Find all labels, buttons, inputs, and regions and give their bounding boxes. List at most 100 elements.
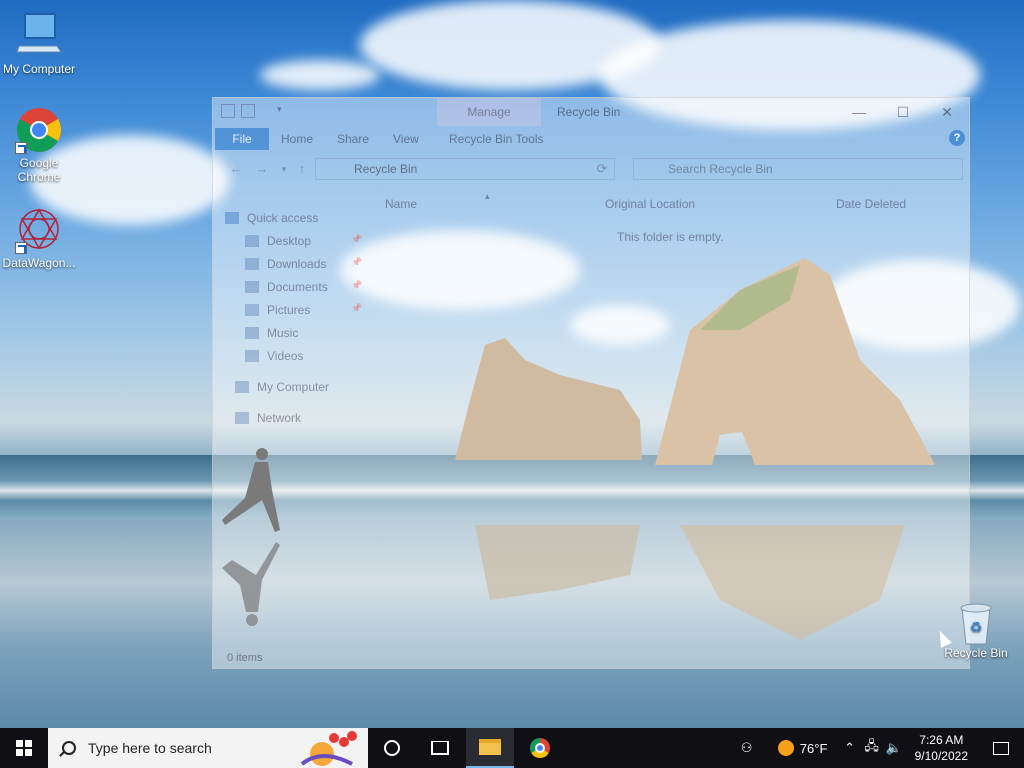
network-icon <box>235 412 249 424</box>
up-arrow-icon[interactable]: ↑ <box>293 160 311 178</box>
file-explorer-window[interactable]: ▾ Manage Recycle Bin — ☐ ✕ File Home Sha… <box>212 97 970 669</box>
help-icon[interactable]: ? <box>949 130 965 146</box>
properties-icon[interactable] <box>241 104 255 118</box>
minimize-button[interactable]: — <box>837 98 881 126</box>
back-arrow-icon[interactable]: ← <box>227 160 245 178</box>
start-button[interactable] <box>0 728 48 768</box>
weather-temperature: 76°F <box>799 740 828 756</box>
clock[interactable]: 7:26 AM 9/10/2022 <box>905 728 978 768</box>
task-view-icon <box>431 741 449 755</box>
download-arrow-icon <box>245 258 259 270</box>
desktop-icon-datawagon[interactable]: DataWagon... <box>1 206 77 270</box>
column-header-date-deleted[interactable]: Date Deleted <box>836 194 906 214</box>
taskbar-chrome[interactable] <box>516 728 564 768</box>
search-icon <box>62 741 76 755</box>
desktop-icon-label: Google Chrome <box>17 156 61 184</box>
search-recycle-bin-input[interactable]: Search Recycle Bin <box>633 158 963 180</box>
nav-item-downloads[interactable]: Downloads <box>245 254 326 274</box>
recycle-bin-icon: ♻ <box>956 602 996 646</box>
file-explorer-icon <box>479 739 501 755</box>
sort-up-icon: ▴ <box>485 191 490 201</box>
taskbar: Type here to search ⚇ 76°F ⌃ 🖧 🔈 7:26 AM… <box>0 728 1024 768</box>
network-icon[interactable]: 🖧 <box>861 728 883 768</box>
address-bar-row: ← → ▾ ↑ Recycle Bin ⟳ Search Recycle Bin <box>213 156 969 182</box>
taskbar-search-box[interactable]: Type here to search <box>48 728 368 768</box>
search-highlight-illustration-icon <box>300 731 357 766</box>
new-folder-icon[interactable] <box>261 104 271 118</box>
pin-icon[interactable]: 📌 <box>351 280 362 291</box>
chevron-down-icon[interactable]: ▾ <box>277 104 285 118</box>
chevron-up-icon[interactable]: ⌃ <box>839 728 861 768</box>
cortana-button[interactable] <box>368 728 416 768</box>
maximize-button[interactable]: ☐ <box>881 98 925 126</box>
address-bar[interactable]: Recycle Bin <box>315 158 615 180</box>
tab-home[interactable]: Home <box>269 128 325 150</box>
window-title: Recycle Bin <box>557 105 621 119</box>
tab-view[interactable]: View <box>381 128 431 150</box>
nav-item-pictures[interactable]: Pictures <box>245 300 310 320</box>
search-placeholder: Search Recycle Bin <box>668 162 773 176</box>
close-button[interactable]: ✕ <box>925 98 969 126</box>
desktop-icon-label: DataWagon... <box>2 256 76 270</box>
chrome-icon <box>530 738 550 758</box>
cortana-circle-icon <box>384 740 400 756</box>
chrome-icon <box>15 106 63 154</box>
nav-item-videos[interactable]: Videos <box>245 346 303 366</box>
desktop-folder-icon <box>245 235 259 247</box>
tab-share[interactable]: Share <box>325 128 381 150</box>
shortcut-arrow-icon <box>15 242 27 254</box>
pin-icon[interactable]: 📌 <box>351 234 362 245</box>
ribbon-tabs: File Home Share View Recycle Bin Tools ? <box>213 126 969 150</box>
title-bar[interactable]: ▾ Manage Recycle Bin — ☐ ✕ <box>213 98 969 126</box>
manage-tab[interactable]: Manage <box>437 98 541 126</box>
people-icon[interactable]: ⚇ <box>727 728 767 768</box>
clock-time: 7:26 AM <box>919 733 964 747</box>
window-controls: — ☐ ✕ <box>837 98 969 126</box>
tab-recycle-bin-tools[interactable]: Recycle Bin Tools <box>437 128 556 150</box>
computer-icon <box>235 381 249 393</box>
tab-file[interactable]: File <box>215 128 269 150</box>
quick-access-toolbar: ▾ <box>221 104 285 118</box>
computer-icon <box>15 12 63 60</box>
nav-item-my-computer[interactable]: My Computer <box>235 377 329 397</box>
status-item-count: 0 items <box>227 652 263 664</box>
notification-center-button[interactable] <box>978 728 1024 768</box>
videos-icon <box>245 350 259 362</box>
star-icon <box>225 212 239 224</box>
desktop-icon-my-computer[interactable]: My Computer <box>1 12 77 76</box>
address-text: Recycle Bin <box>354 162 418 176</box>
sun-icon <box>777 740 794 756</box>
pin-icon[interactable]: 📌 <box>351 303 362 314</box>
column-header-original-location[interactable]: Original Location <box>605 194 695 214</box>
pictures-icon <box>245 304 259 316</box>
svg-text:♻: ♻ <box>970 620 983 636</box>
navigation-pane: Quick access Desktop 📌 Downloads 📌 Docum… <box>213 206 369 636</box>
column-header-name[interactable]: Name <box>385 194 417 214</box>
nav-item-documents[interactable]: Documents <box>245 277 328 297</box>
datawagon-logo-icon <box>15 206 63 254</box>
volume-icon[interactable]: 🔈 <box>883 728 905 768</box>
desktop-icon-label: Recycle Bin <box>944 646 1008 660</box>
nav-item-network[interactable]: Network <box>235 408 301 428</box>
nav-item-music[interactable]: Music <box>245 323 298 343</box>
weather-widget[interactable]: 76°F <box>767 728 839 768</box>
taskbar-file-explorer[interactable] <box>466 728 514 768</box>
pin-icon[interactable]: 📌 <box>351 257 362 268</box>
nav-item-desktop[interactable]: Desktop <box>245 231 311 251</box>
system-tray: ⚇ 76°F ⌃ 🖧 🔈 7:26 AM 9/10/2022 <box>727 728 1024 768</box>
empty-folder-message: This folder is empty. <box>617 230 724 244</box>
task-view-button[interactable] <box>416 728 464 768</box>
taskbar-search-placeholder: Type here to search <box>88 740 212 756</box>
folder-icon[interactable] <box>221 104 235 118</box>
desktop-icon-google-chrome[interactable]: Google Chrome <box>1 106 77 184</box>
desktop-icon-label: My Computer <box>2 62 76 76</box>
chevron-down-icon[interactable]: ▾ <box>275 160 293 178</box>
windows-logo-icon <box>16 740 32 756</box>
documents-icon <box>245 281 259 293</box>
notification-icon <box>993 741 1009 755</box>
refresh-icon[interactable]: ⟳ <box>593 160 611 178</box>
desktop-icon-recycle-bin[interactable]: ♻ Recycle Bin <box>940 602 1012 660</box>
forward-arrow-icon[interactable]: → <box>253 160 271 178</box>
shortcut-arrow-icon <box>15 142 27 154</box>
nav-item-quick-access[interactable]: Quick access <box>225 208 318 228</box>
